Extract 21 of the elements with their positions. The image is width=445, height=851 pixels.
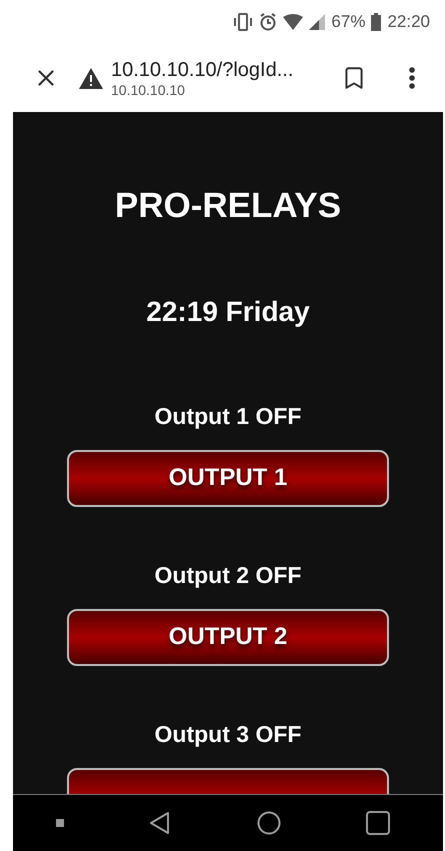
battery-icon [371, 13, 382, 32]
page-title: PRO-RELAYS [114, 186, 342, 226]
home-button[interactable] [256, 811, 281, 836]
battery-percentage: 67% [331, 12, 366, 32]
more-options-icon [409, 67, 415, 90]
signal-icon [309, 14, 326, 30]
alarm-icon [259, 13, 278, 32]
back-button[interactable] [149, 811, 172, 836]
output-status: Output 1 OFF [154, 402, 302, 430]
output-button[interactable]: OUTPUT 1 [67, 450, 389, 507]
output-button[interactable]: OUTPUT 2 [67, 608, 389, 666]
page-host: 10.10.10.10 [111, 82, 186, 98]
vibrate-icon [233, 13, 254, 32]
clock-text: 22:19 Friday [146, 296, 310, 328]
wifi-icon [283, 14, 304, 30]
status-time: 22:20 [387, 12, 430, 32]
recent-apps-button[interactable] [366, 811, 390, 836]
output-status: Output 3 OFF [154, 720, 302, 748]
output-status: Output 2 OFF [154, 562, 302, 589]
page-url[interactable]: 10.10.10.10/?logId... [111, 58, 337, 82]
warning-icon [79, 68, 103, 89]
